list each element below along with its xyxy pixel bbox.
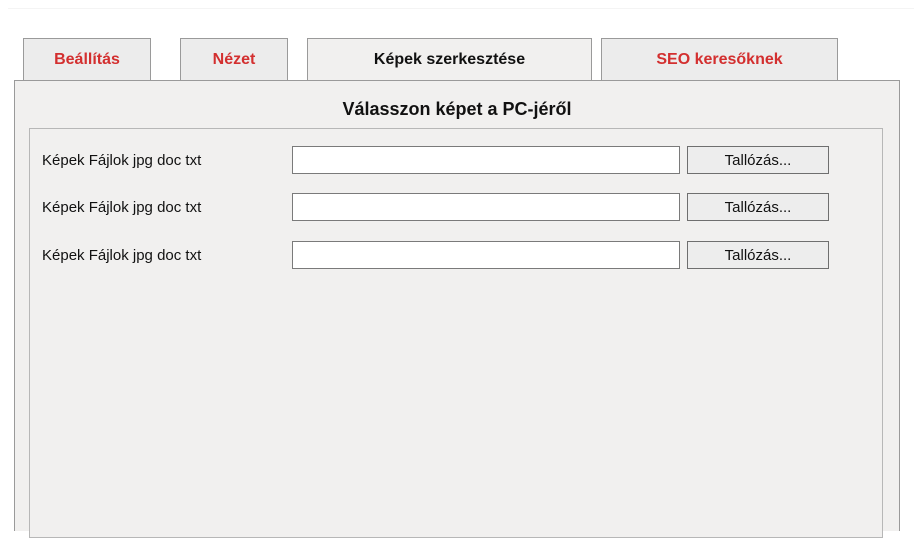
top-strip (0, 0, 914, 8)
tab-seo-label: SEO keresőknek (656, 50, 783, 68)
browse-button-1[interactable]: Tallózás... (687, 146, 829, 174)
file-path-input-2[interactable] (292, 193, 680, 221)
tab-image-editing[interactable]: Képek szerkesztése (307, 38, 592, 80)
browse-button-2[interactable]: Tallózás... (687, 193, 829, 221)
upload-row-2: Képek Fájlok jpg doc txt Tallózás... (42, 193, 862, 223)
tab-settings[interactable]: Beállítás (23, 38, 151, 80)
browse-button-3[interactable]: Tallózás... (687, 241, 829, 269)
file-path-input-3[interactable] (292, 241, 680, 269)
tab-image-editing-label: Képek szerkesztése (373, 50, 526, 68)
upload-box: Képek Fájlok jpg doc txt Tallózás... Kép… (29, 128, 883, 538)
tab-view-label: Nézet (212, 50, 256, 68)
file-path-input-1[interactable] (292, 146, 680, 174)
tab-settings-label: Beállítás (54, 50, 120, 68)
tab-bar: Beállítás Nézet Képek szerkesztése SEO k… (14, 38, 900, 82)
tab-seo[interactable]: SEO keresőknek (601, 38, 838, 80)
panel-title: Válasszon képet a PC-jéről (342, 99, 572, 119)
upload-row-1-label: Képek Fájlok jpg doc txt (42, 152, 202, 169)
top-band (8, 8, 914, 9)
upload-row-3-label: Képek Fájlok jpg doc txt (42, 247, 202, 264)
content-panel: Válasszon képet a PC-jéről Képek Fájlok … (14, 81, 900, 538)
upload-row-2-label: Képek Fájlok jpg doc txt (42, 199, 202, 216)
tab-view[interactable]: Nézet (180, 38, 288, 80)
upload-row-3: Képek Fájlok jpg doc txt Tallózás... (42, 241, 862, 271)
upload-row-1: Képek Fájlok jpg doc txt Tallózás... (42, 146, 862, 176)
